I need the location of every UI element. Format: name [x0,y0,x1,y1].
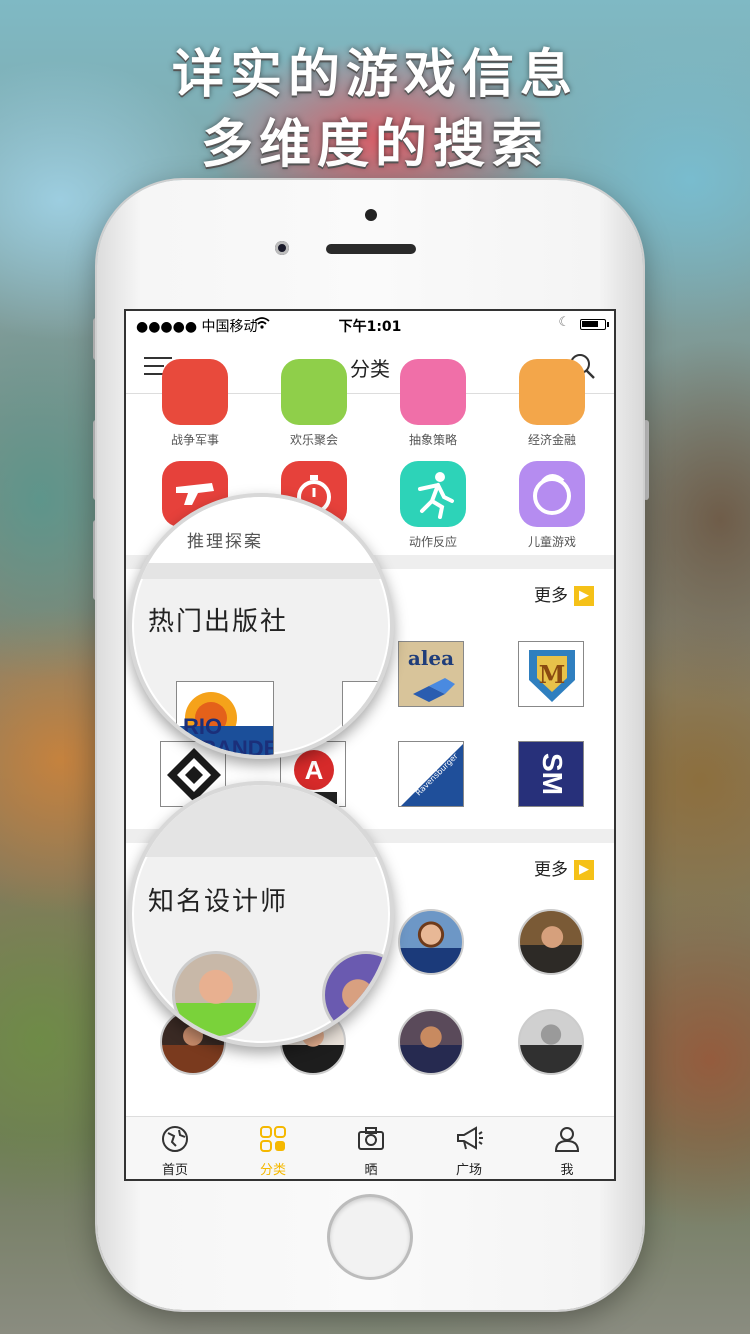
publisher-logo-partial[interactable] [342,681,390,755]
person-icon [554,1127,580,1152]
app-screen: ●●●●● 中国移动 下午1:01 ☾ 分类 战争军事 欢乐聚会 抽象策略 经济… [124,309,616,1181]
do-not-disturb-icon: ☾ [558,315,570,330]
party-icon [281,359,347,425]
publisher-logo-sm[interactable]: SM [518,741,584,807]
headline-line2: 多维度的搜索 [200,115,549,175]
tab-me[interactable]: 我 [518,1117,614,1179]
headline-line1: 详实的游戏信息 [171,45,578,105]
power-button [643,420,649,500]
designer-avatar[interactable] [398,1009,464,1075]
camera-icon [358,1127,384,1150]
tab-home[interactable]: 首页 [126,1117,224,1179]
proximity-sensor [365,209,377,221]
tab-square[interactable]: 广场 [420,1117,518,1179]
category-war[interactable]: 战争军事 [140,359,250,448]
magnifier-designers: 知名设计师 [128,781,394,1047]
runner-icon [400,461,466,527]
abstract-icon [400,359,466,425]
child-face-icon [519,461,585,527]
publisher-logo-alea[interactable]: alea [398,641,464,707]
chevron-right-icon: ▶ [574,860,594,880]
front-camera [275,241,289,255]
megaphone-icon [457,1126,483,1150]
earpiece-speaker [326,244,416,254]
status-time: 下午1:01 [338,319,402,335]
designer-avatar[interactable] [398,909,464,975]
chevron-right-icon: ▶ [574,586,594,606]
tab-bar: 首页 分类 晒 广场 我 [126,1116,614,1179]
category-kids[interactable]: 儿童游戏 [497,461,607,550]
publisher-logo-rio-grande[interactable]: RIO GRANDE [176,681,274,755]
publishers-more-link[interactable]: 更多 ▶ [534,581,594,606]
publishers-section-title: 热门出版社 [148,607,289,637]
magnifier-publishers: 推理探案 热门出版社 RIO GRANDE [128,493,394,759]
tab-category[interactable]: 分类 [224,1117,322,1179]
publisher-logo-ravensburger[interactable]: Ravensburger [398,741,464,807]
category-economy[interactable]: 经济金融 [497,359,607,448]
designers-more-link[interactable]: 更多 ▶ [534,855,594,880]
category-party[interactable]: 欢乐聚会 [259,359,369,448]
globe-icon [162,1126,188,1152]
category-action[interactable]: 动作反应 [378,461,488,550]
home-button[interactable] [330,1197,410,1277]
war-icon [162,359,228,425]
svg-text:A: A [305,755,324,785]
category-abstract[interactable]: 抽象策略 [378,359,488,448]
status-bar: ●●●●● 中国移动 下午1:01 ☾ [126,311,614,339]
designers-section-title: 知名设计师 [148,887,289,917]
designer-avatar-zoomed[interactable] [322,951,390,1039]
tab-show[interactable]: 晒 [322,1117,420,1179]
category-row-1: 战争军事 欢乐聚会 抽象策略 经济金融 [126,359,614,447]
designer-avatar[interactable] [518,1009,584,1075]
publisher-logo-m[interactable]: M [518,641,584,707]
battery-icon [580,319,609,330]
designer-avatar[interactable] [518,909,584,975]
designer-avatar-zoomed[interactable] [172,951,260,1039]
detective-category-label-zoomed: 推理探案 [187,532,263,552]
grid-icon [260,1126,286,1152]
economy-icon [519,359,585,425]
